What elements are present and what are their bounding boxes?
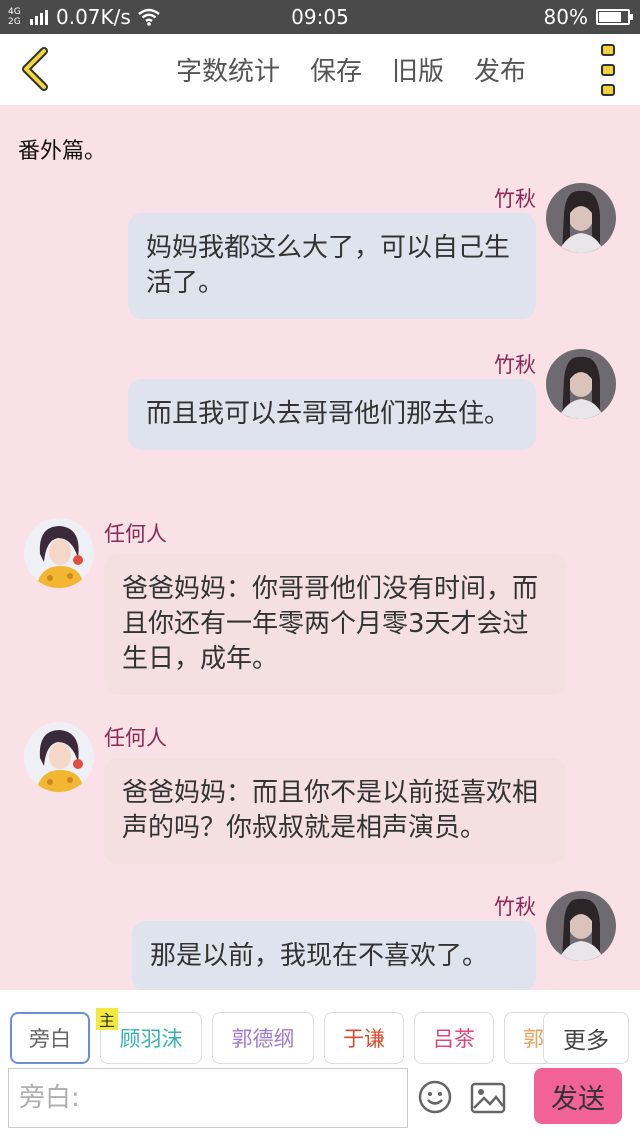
old-version-button[interactable]: 旧版 <box>392 51 444 88</box>
battery-percent: 80% <box>543 5 588 29</box>
send-button[interactable]: 发送 <box>534 1068 622 1124</box>
avatar[interactable] <box>24 722 94 792</box>
message-input[interactable] <box>8 1068 408 1128</box>
avatar[interactable] <box>546 349 616 419</box>
main-role-badge: 主 <box>96 1008 118 1030</box>
narration-text: 番外篇。 <box>18 139 107 164</box>
save-button[interactable]: 保存 <box>310 51 362 88</box>
role-yu-qian[interactable]: 于谦 <box>324 1012 404 1064</box>
publish-button[interactable]: 发布 <box>474 51 526 88</box>
word-count-button[interactable]: 字数统计 <box>176 51 280 88</box>
sender-name: 任何人 <box>104 726 167 750</box>
sender-name: 任何人 <box>104 522 167 546</box>
message-bubble[interactable]: 爸爸妈妈：而且你不是以前挺喜欢相声的吗？你叔叔就是相声演员。 <box>104 758 566 864</box>
composer-panel: 旁白 顾羽沫 主 郭德纲 于谦 吕茶 郭 更多 发送 <box>0 990 640 1138</box>
chat-area[interactable]: 番外篇。 竹秋 妈妈我都这么大了，可以自己生活了。 竹秋 而且我可以去哥哥他们那… <box>0 105 640 990</box>
message-bubble[interactable]: 妈妈我都这么大了，可以自己生活了。 <box>128 213 536 319</box>
sender-name: 竹秋 <box>494 895 536 919</box>
role-selector: 旁白 顾羽沫 主 郭德纲 于谦 吕茶 郭 更多 <box>0 1008 640 1064</box>
avatar[interactable] <box>546 891 616 961</box>
role-narration[interactable]: 旁白 <box>10 1012 90 1064</box>
top-toolbar: 字数统计 保存 旧版 发布 <box>0 34 640 105</box>
avatar[interactable] <box>546 183 616 253</box>
message-bubble[interactable]: 那是以前，我现在不喜欢了。 <box>132 921 536 990</box>
sender-name: 竹秋 <box>494 353 536 377</box>
role-lv-cha[interactable]: 吕茶 <box>414 1012 494 1064</box>
toolbar-actions: 字数统计 保存 旧版 发布 <box>176 34 556 105</box>
more-menu-icon[interactable] <box>596 44 620 96</box>
back-button[interactable] <box>14 44 54 94</box>
message-bubble[interactable]: 爸爸妈妈：你哥哥他们没有时间，而且你还有一年零两个月零3天才会过生日，成年。 <box>104 554 566 695</box>
image-icon[interactable] <box>470 1082 506 1114</box>
input-row: 发送 <box>0 1068 640 1128</box>
sender-name: 竹秋 <box>494 187 536 211</box>
battery-level <box>599 12 621 22</box>
battery-icon <box>596 9 633 25</box>
status-bar: 4G 2G 0.07K/s 09:05 80% <box>0 0 640 34</box>
message-bubble[interactable]: 而且我可以去哥哥他们那去住。 <box>128 379 536 450</box>
more-roles-button[interactable]: 更多 <box>543 1012 629 1064</box>
back-arrow-icon <box>22 47 48 91</box>
role-guo-degang[interactable]: 郭德纲 <box>212 1012 314 1064</box>
avatar[interactable] <box>24 518 94 588</box>
emoji-icon[interactable] <box>418 1080 452 1114</box>
